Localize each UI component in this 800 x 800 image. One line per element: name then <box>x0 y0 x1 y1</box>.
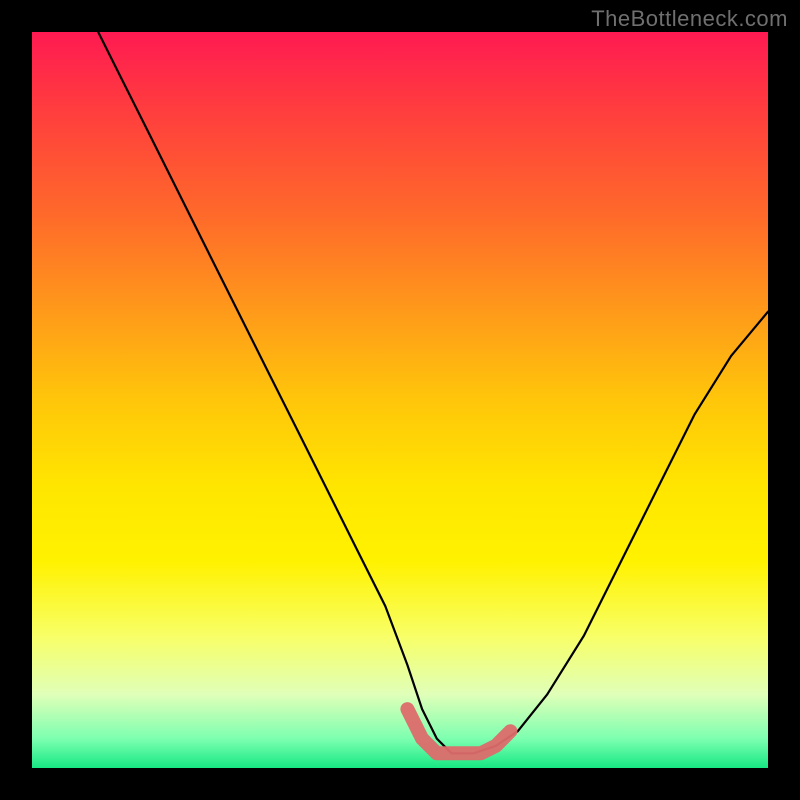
chart-frame: TheBottleneck.com <box>0 0 800 800</box>
gradient-plot-area <box>32 32 768 768</box>
watermark-text: TheBottleneck.com <box>591 6 788 32</box>
